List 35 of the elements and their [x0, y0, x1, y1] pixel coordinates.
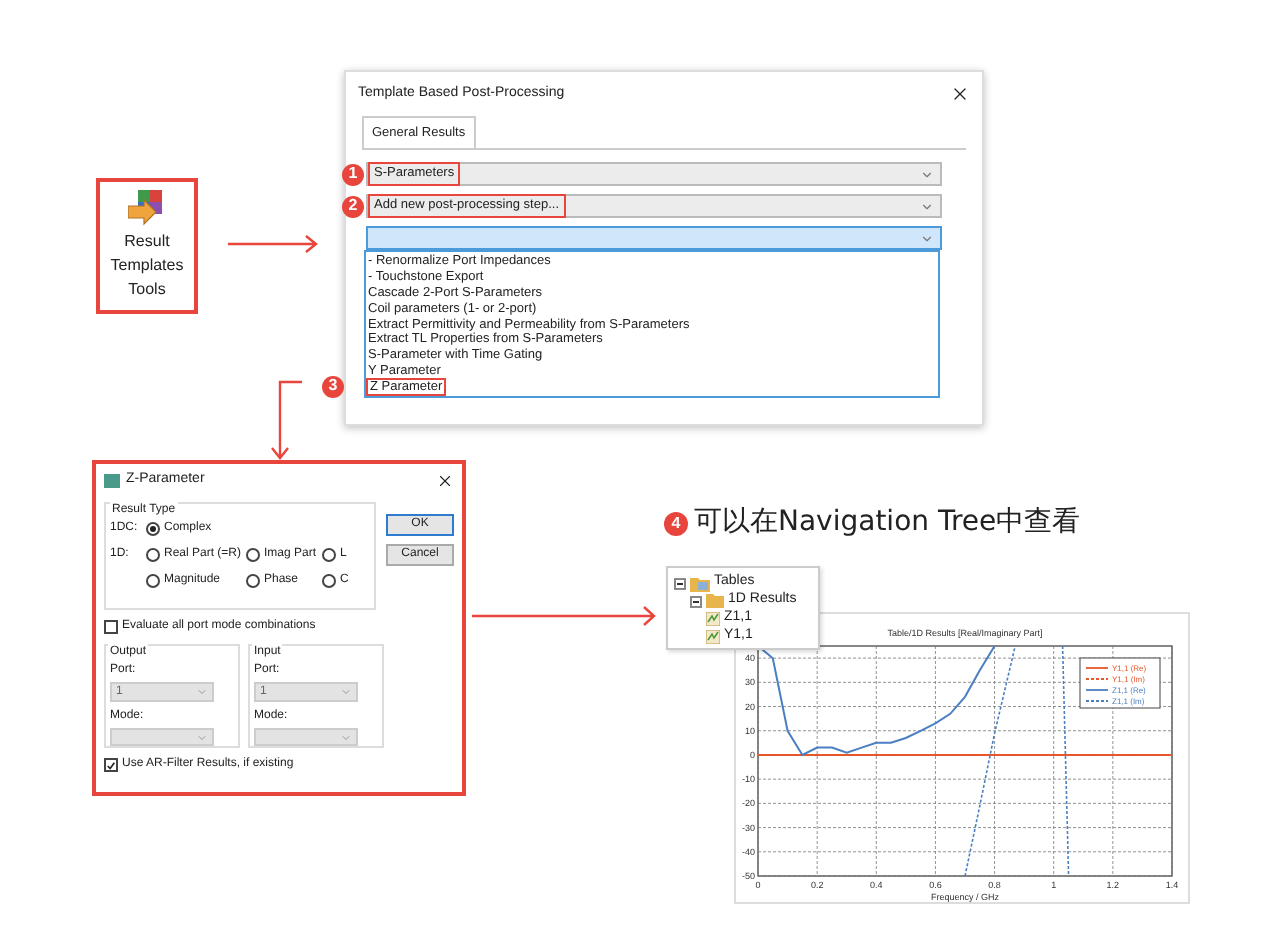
result-templates-tool-button[interactable]: Result Templates Tools: [96, 178, 198, 314]
checkbox[interactable]: [104, 620, 118, 634]
collapse-icon[interactable]: [674, 577, 686, 589]
folder-icon: [706, 594, 724, 608]
radio-button[interactable]: [146, 548, 160, 562]
note-text: 可以在Navigation Tree中查看: [694, 504, 1081, 542]
graph-icon: [706, 630, 720, 644]
radio-button[interactable]: [146, 574, 160, 588]
radio-button[interactable]: [246, 548, 260, 562]
chevron-down-icon: [920, 199, 934, 214]
step-number-badge: 2: [342, 195, 364, 218]
chart-legend: [1079, 657, 1161, 709]
close-icon[interactable]: [436, 471, 454, 489]
chevron-down-icon: [196, 731, 208, 743]
chevron-down-icon: [340, 731, 352, 743]
folder-table-icon: [690, 575, 710, 591]
chevron-down-icon: [920, 167, 934, 182]
button-label: Result Templates Tools: [108, 230, 186, 302]
connector-arrow: [228, 234, 320, 254]
chevron-down-icon: [340, 686, 352, 698]
step-number-badge: 4: [664, 511, 688, 535]
chevron-down-icon: [920, 231, 934, 246]
step-number-badge: 1: [342, 163, 364, 186]
templates-icon: [127, 190, 167, 226]
radio-button[interactable]: [146, 522, 160, 536]
radio-button[interactable]: [246, 574, 260, 588]
chevron-down-icon: [196, 686, 208, 698]
graph-icon: [706, 612, 720, 626]
radio-button[interactable]: [322, 574, 336, 588]
app-icon: [104, 473, 120, 487]
radio-button[interactable]: [322, 548, 336, 562]
close-icon[interactable]: [950, 84, 970, 105]
collapse-icon[interactable]: [690, 595, 702, 607]
checkbox[interactable]: [104, 758, 118, 772]
step-number-badge: 3: [322, 375, 344, 398]
